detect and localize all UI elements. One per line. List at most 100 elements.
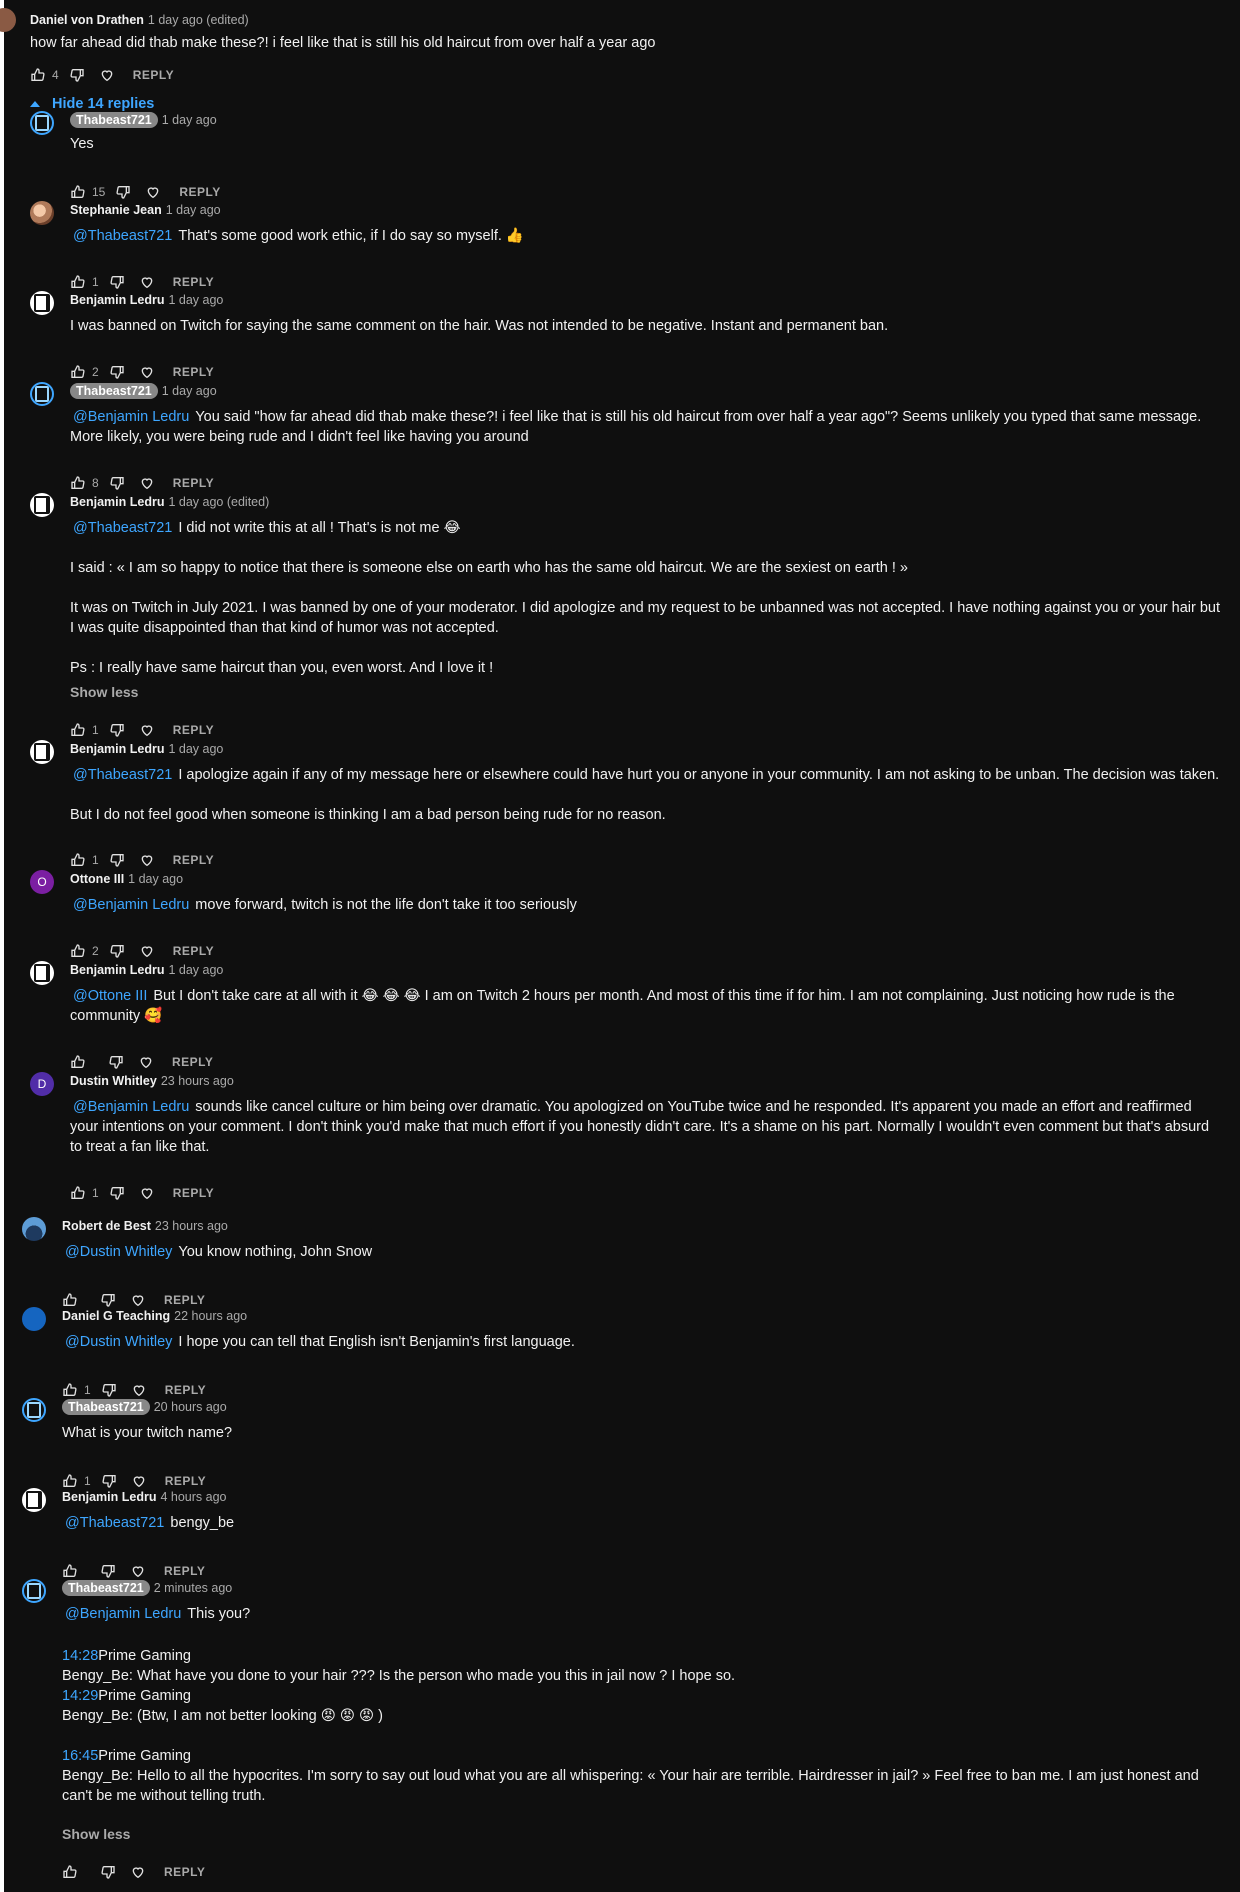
like-icon[interactable] bbox=[70, 475, 86, 491]
comment-time[interactable]: 1 day ago bbox=[162, 113, 217, 127]
heart-icon[interactable] bbox=[130, 1864, 146, 1880]
comment-time[interactable]: 1 day ago bbox=[166, 203, 221, 217]
reply-button[interactable]: REPLY bbox=[164, 1865, 205, 1879]
comment-time[interactable]: 1 day ago bbox=[168, 963, 223, 977]
comment-author[interactable]: Benjamin Ledru bbox=[70, 742, 164, 756]
reply-button[interactable]: REPLY bbox=[164, 1564, 205, 1578]
comment-time[interactable]: 1 day ago bbox=[128, 872, 183, 886]
dislike-icon[interactable] bbox=[109, 852, 125, 868]
avatar[interactable]: D bbox=[30, 1072, 54, 1096]
dislike-icon[interactable] bbox=[101, 1382, 117, 1398]
comment-author[interactable]: Dustin Whitley bbox=[70, 1074, 157, 1088]
heart-icon[interactable] bbox=[130, 1563, 146, 1579]
mention-link[interactable]: @Thabeast721 bbox=[73, 520, 172, 536]
comment-author[interactable]: Thabeast721 bbox=[70, 112, 158, 128]
comment-time[interactable]: 1 day ago bbox=[168, 293, 223, 307]
timestamp-link[interactable]: 14:28 bbox=[62, 1648, 98, 1664]
comment-author[interactable]: Benjamin Ledru bbox=[70, 293, 164, 307]
dislike-icon[interactable] bbox=[109, 943, 125, 959]
dislike-icon[interactable] bbox=[109, 364, 125, 380]
comment-author[interactable]: Ottone III bbox=[70, 872, 124, 886]
heart-icon[interactable] bbox=[139, 722, 155, 738]
reply-button[interactable]: REPLY bbox=[164, 1293, 205, 1307]
reply-button[interactable]: REPLY bbox=[133, 68, 174, 82]
heart-icon[interactable] bbox=[131, 1382, 147, 1398]
avatar[interactable] bbox=[22, 1307, 46, 1331]
like-icon[interactable] bbox=[30, 67, 46, 83]
mention-link[interactable]: @Thabeast721 bbox=[73, 228, 172, 244]
heart-icon[interactable] bbox=[139, 1185, 155, 1201]
timestamp-link[interactable]: 16:45 bbox=[62, 1748, 98, 1764]
avatar[interactable] bbox=[30, 111, 54, 135]
mention-link[interactable]: @Ottone III bbox=[73, 988, 147, 1004]
avatar[interactable] bbox=[30, 201, 54, 225]
comment-time[interactable]: 23 hours ago bbox=[155, 1219, 228, 1233]
reply-button[interactable]: REPLY bbox=[173, 723, 214, 737]
dislike-icon[interactable] bbox=[100, 1864, 116, 1880]
comment-author[interactable]: Thabeast721 bbox=[62, 1580, 150, 1596]
comment-author[interactable]: Thabeast721 bbox=[62, 1399, 150, 1415]
reply-button[interactable]: REPLY bbox=[173, 944, 214, 958]
avatar[interactable] bbox=[30, 961, 54, 985]
reply-button[interactable]: REPLY bbox=[173, 1186, 214, 1200]
comment-author[interactable]: Benjamin Ledru bbox=[70, 495, 164, 509]
comment-author[interactable]: Robert de Best bbox=[62, 1219, 151, 1233]
heart-icon[interactable] bbox=[139, 852, 155, 868]
avatar[interactable] bbox=[22, 1579, 46, 1603]
like-icon[interactable] bbox=[70, 274, 86, 290]
avatar[interactable] bbox=[22, 1398, 46, 1422]
heart-icon[interactable] bbox=[138, 1054, 154, 1070]
avatar[interactable] bbox=[30, 291, 54, 315]
like-icon[interactable] bbox=[70, 1054, 86, 1070]
dislike-icon[interactable] bbox=[100, 1292, 116, 1308]
comment-time[interactable]: 1 day ago bbox=[168, 742, 223, 756]
heart-icon[interactable] bbox=[145, 184, 161, 200]
comment-author[interactable]: Benjamin Ledru bbox=[62, 1490, 156, 1504]
dislike-icon[interactable] bbox=[109, 274, 125, 290]
mention-link[interactable]: @Benjamin Ledru bbox=[73, 409, 189, 425]
reply-button[interactable]: REPLY bbox=[173, 365, 214, 379]
reply-button[interactable]: REPLY bbox=[173, 275, 214, 289]
reply-button[interactable]: REPLY bbox=[165, 1474, 206, 1488]
like-icon[interactable] bbox=[70, 852, 86, 868]
mention-link[interactable]: @Thabeast721 bbox=[65, 1515, 164, 1531]
comment-time[interactable]: 23 hours ago bbox=[161, 1074, 234, 1088]
like-icon[interactable] bbox=[70, 184, 86, 200]
heart-icon[interactable] bbox=[139, 364, 155, 380]
reply-button[interactable]: REPLY bbox=[173, 853, 214, 867]
comment-time[interactable]: 1 day ago (edited) bbox=[148, 13, 249, 27]
hide-replies-button[interactable]: Hide 14 replies bbox=[30, 96, 154, 112]
show-less-button[interactable]: Show less bbox=[70, 684, 138, 700]
dislike-icon[interactable] bbox=[115, 184, 131, 200]
comment-author[interactable]: Thabeast721 bbox=[70, 383, 158, 399]
comment-time[interactable]: 2 minutes ago bbox=[154, 1581, 233, 1595]
like-icon[interactable] bbox=[62, 1563, 78, 1579]
avatar[interactable] bbox=[22, 1217, 46, 1241]
avatar[interactable] bbox=[30, 382, 54, 406]
avatar[interactable] bbox=[22, 1488, 46, 1512]
heart-icon[interactable] bbox=[130, 1292, 146, 1308]
reply-button[interactable]: REPLY bbox=[173, 476, 214, 490]
comment-author[interactable]: Benjamin Ledru bbox=[70, 963, 164, 977]
dislike-icon[interactable] bbox=[109, 475, 125, 491]
avatar[interactable] bbox=[30, 740, 54, 764]
comment-author[interactable]: Daniel von Drathen bbox=[30, 13, 144, 27]
reply-button[interactable]: REPLY bbox=[172, 1055, 213, 1069]
like-icon[interactable] bbox=[62, 1292, 78, 1308]
comment-time[interactable]: 4 hours ago bbox=[160, 1490, 226, 1504]
like-icon[interactable] bbox=[70, 722, 86, 738]
mention-link[interactable]: @Dustin Whitley bbox=[65, 1244, 172, 1260]
timestamp-link[interactable]: 14:29 bbox=[62, 1688, 98, 1704]
mention-link[interactable]: @Benjamin Ledru bbox=[65, 1606, 181, 1622]
mention-link[interactable]: @Benjamin Ledru bbox=[73, 1099, 189, 1115]
avatar[interactable] bbox=[0, 8, 16, 32]
dislike-icon[interactable] bbox=[108, 1054, 124, 1070]
dislike-icon[interactable] bbox=[69, 67, 85, 83]
dislike-icon[interactable] bbox=[109, 1185, 125, 1201]
mention-link[interactable]: @Benjamin Ledru bbox=[73, 897, 189, 913]
reply-button[interactable]: REPLY bbox=[165, 1383, 206, 1397]
avatar[interactable] bbox=[30, 493, 54, 517]
heart-icon[interactable] bbox=[99, 67, 115, 83]
like-icon[interactable] bbox=[70, 1185, 86, 1201]
heart-icon[interactable] bbox=[139, 943, 155, 959]
